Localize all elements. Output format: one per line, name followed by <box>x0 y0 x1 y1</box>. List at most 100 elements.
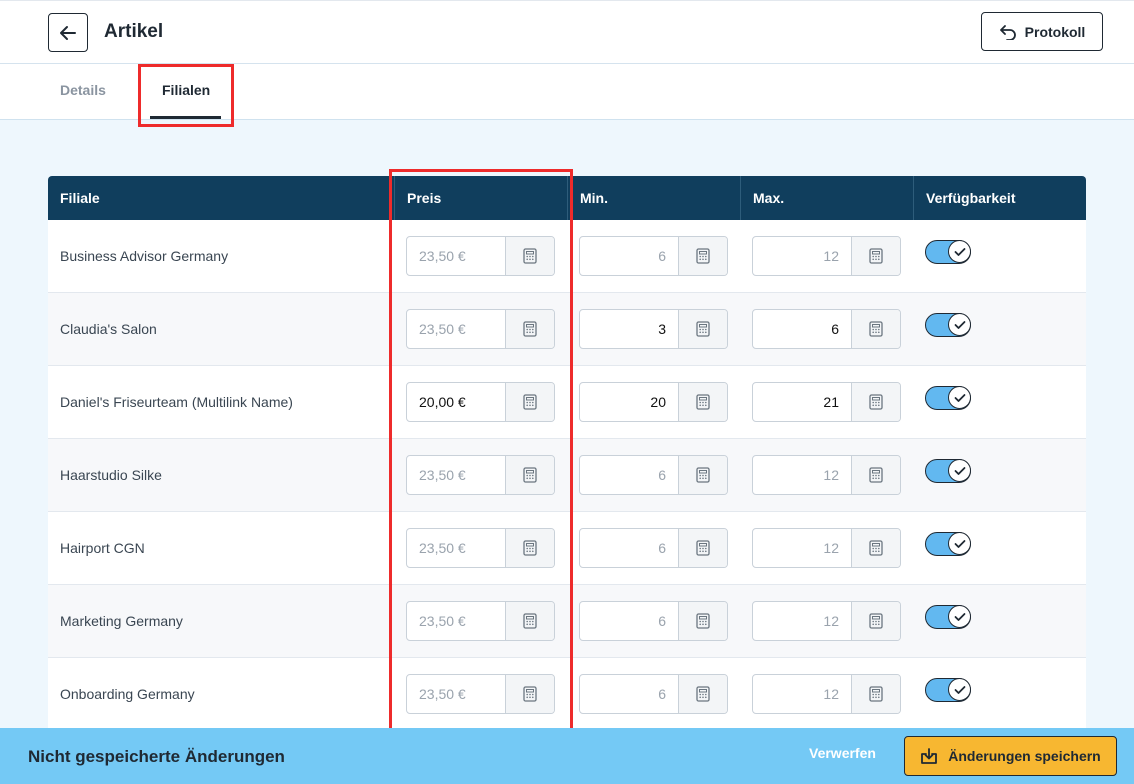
discard-button[interactable]: Verwerfen <box>809 745 876 761</box>
column-header-verfuegbarkeit: Verfügbarkeit <box>913 176 1086 220</box>
max-field[interactable]: 21 <box>752 382 901 422</box>
min-input[interactable]: 6 <box>580 237 678 275</box>
preis-input[interactable]: 20,00 € <box>407 383 505 421</box>
calculator-icon[interactable] <box>851 675 900 713</box>
calculator-icon[interactable] <box>851 310 900 348</box>
column-header-max: Max. <box>740 176 913 220</box>
availability-toggle[interactable] <box>925 313 971 337</box>
tab-filialen[interactable]: Filialen <box>162 82 210 98</box>
calculator-icon[interactable] <box>505 456 554 494</box>
check-icon <box>948 678 971 701</box>
calculator-icon[interactable] <box>505 237 554 275</box>
max-field[interactable]: 12 <box>752 674 901 714</box>
calculator-icon[interactable] <box>505 383 554 421</box>
availability-toggle[interactable] <box>925 532 971 556</box>
save-changes-button[interactable]: Änderungen speichern <box>904 736 1117 776</box>
calculator-icon[interactable] <box>851 237 900 275</box>
check-icon <box>948 386 971 409</box>
preis-field[interactable]: 23,50 € <box>406 236 555 276</box>
max-input[interactable]: 21 <box>753 383 851 421</box>
preis-input[interactable]: 23,50 € <box>407 675 505 713</box>
min-input[interactable]: 20 <box>580 383 678 421</box>
preis-field[interactable]: 23,50 € <box>406 674 555 714</box>
max-field[interactable]: 6 <box>752 309 901 349</box>
availability-toggle[interactable] <box>925 386 971 410</box>
filiale-name: Hairport CGN <box>60 540 145 556</box>
max-input[interactable]: 6 <box>753 310 851 348</box>
preis-field[interactable]: 23,50 € <box>406 528 555 568</box>
protokoll-button[interactable]: Protokoll <box>981 12 1103 51</box>
filiale-name: Daniel's Friseurteam (Multilink Name) <box>60 394 293 410</box>
preis-field[interactable]: 23,50 € <box>406 455 555 495</box>
preis-input[interactable]: 23,50 € <box>407 529 505 567</box>
max-input[interactable]: 12 <box>753 602 851 640</box>
back-button[interactable] <box>48 13 88 52</box>
min-input[interactable]: 6 <box>580 602 678 640</box>
check-icon <box>948 313 971 336</box>
table-row: Daniel's Friseurteam (Multilink Name) 20,… <box>48 366 1086 439</box>
max-input[interactable]: 12 <box>753 675 851 713</box>
filiale-name: Marketing Germany <box>60 613 183 629</box>
calculator-icon[interactable] <box>678 456 727 494</box>
calculator-icon[interactable] <box>678 602 727 640</box>
calculator-icon[interactable] <box>851 456 900 494</box>
table-row: Business Advisor Germany 23,50 € 6 12 <box>48 220 1086 293</box>
max-field[interactable]: 12 <box>752 528 901 568</box>
max-input[interactable]: 12 <box>753 237 851 275</box>
min-field[interactable]: 6 <box>579 455 728 495</box>
min-field[interactable]: 3 <box>579 309 728 349</box>
protokoll-label: Protokoll <box>1024 23 1086 40</box>
max-input[interactable]: 12 <box>753 456 851 494</box>
min-input[interactable]: 6 <box>580 456 678 494</box>
tab-details[interactable]: Details <box>60 82 106 98</box>
calculator-icon[interactable] <box>678 310 727 348</box>
table-row: Onboarding Germany 23,50 € 6 12 <box>48 658 1086 731</box>
calculator-icon[interactable] <box>851 602 900 640</box>
max-field[interactable]: 12 <box>752 455 901 495</box>
min-field[interactable]: 6 <box>579 236 728 276</box>
column-header-filiale: Filiale <box>60 190 100 206</box>
max-field[interactable]: 12 <box>752 236 901 276</box>
max-field[interactable]: 12 <box>752 601 901 641</box>
preis-field[interactable]: 23,50 € <box>406 601 555 641</box>
calculator-icon[interactable] <box>678 529 727 567</box>
availability-toggle[interactable] <box>925 678 971 702</box>
calculator-icon[interactable] <box>678 237 727 275</box>
min-field[interactable]: 6 <box>579 528 728 568</box>
availability-toggle[interactable] <box>925 240 971 264</box>
preis-field[interactable]: 23,50 € <box>406 309 555 349</box>
preis-input[interactable]: 23,50 € <box>407 310 505 348</box>
tab-bar: Details Filialen <box>0 64 1134 120</box>
max-input[interactable]: 12 <box>753 529 851 567</box>
column-header-min: Min. <box>567 176 740 220</box>
preis-input[interactable]: 23,50 € <box>407 237 505 275</box>
active-tab-indicator <box>150 116 221 119</box>
preis-input[interactable]: 23,50 € <box>407 602 505 640</box>
min-input[interactable]: 6 <box>580 529 678 567</box>
filialen-table: Filiale Preis Min. Max. Verfügbarkeit Bu… <box>48 176 1086 731</box>
calculator-icon[interactable] <box>505 310 554 348</box>
preis-input[interactable]: 23,50 € <box>407 456 505 494</box>
preis-field[interactable]: 20,00 € <box>406 382 555 422</box>
min-field[interactable]: 6 <box>579 674 728 714</box>
calculator-icon[interactable] <box>678 383 727 421</box>
min-input[interactable]: 6 <box>580 675 678 713</box>
calculator-icon[interactable] <box>851 383 900 421</box>
top-bar: Artikel Protokoll <box>0 0 1134 64</box>
undo-arrow-icon <box>999 24 1016 40</box>
availability-toggle[interactable] <box>925 605 971 629</box>
calculator-icon[interactable] <box>678 675 727 713</box>
calculator-icon[interactable] <box>505 675 554 713</box>
filiale-name: Business Advisor Germany <box>60 248 229 264</box>
calculator-icon[interactable] <box>851 529 900 567</box>
calculator-icon[interactable] <box>505 529 554 567</box>
save-changes-label: Änderungen speichern <box>948 748 1101 764</box>
calculator-icon[interactable] <box>505 602 554 640</box>
min-field[interactable]: 6 <box>579 601 728 641</box>
availability-toggle[interactable] <box>925 459 971 483</box>
table-row: Haarstudio Silke 23,50 € 6 12 <box>48 439 1086 512</box>
table-header: Filiale Preis Min. Max. Verfügbarkeit <box>48 176 1086 220</box>
min-field[interactable]: 20 <box>579 382 728 422</box>
table-row: Claudia's Salon 23,50 € 3 6 <box>48 293 1086 366</box>
min-input[interactable]: 3 <box>580 310 678 348</box>
